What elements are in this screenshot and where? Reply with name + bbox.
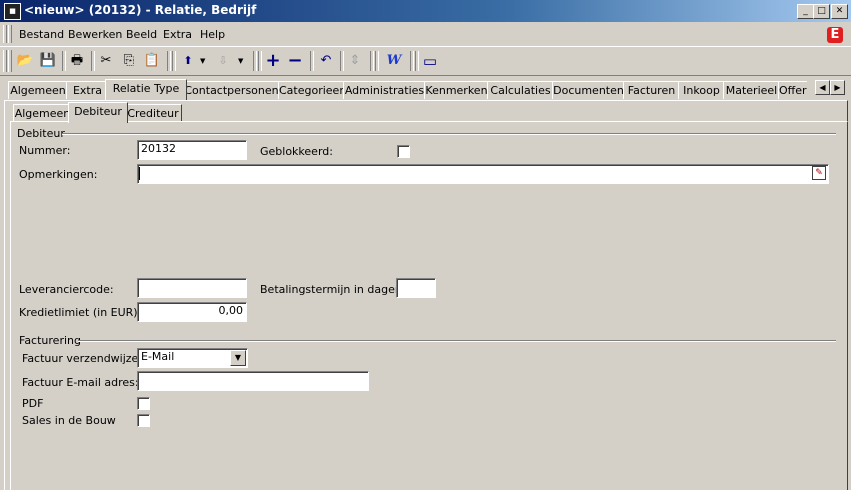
- add-icon[interactable]: +: [263, 52, 283, 70]
- tab-documenten[interactable]: Documenten: [552, 81, 625, 99]
- copy-icon[interactable]: ⎘: [119, 52, 139, 70]
- facturering-group-label: Facturering: [19, 334, 81, 347]
- close-button[interactable]: ✕: [831, 4, 848, 19]
- opmerkingen-field[interactable]: ✎: [137, 164, 829, 184]
- factuur-email-label: Factuur E-mail adres:: [22, 376, 139, 389]
- toolbar-separator: [415, 51, 419, 71]
- cut-icon[interactable]: ✂: [96, 52, 116, 70]
- tab-contactpersonen[interactable]: Contactpersonen: [183, 81, 280, 99]
- tab-administraties[interactable]: Administraties: [343, 81, 426, 99]
- title-bar: ■ <nieuw> (20132) - Relatie, Bedrijf _ □…: [0, 0, 851, 22]
- subtab-algemeen[interactable]: Algemeen: [13, 104, 72, 122]
- toolbar-grip: [3, 50, 7, 72]
- pdf-label: PDF: [22, 397, 44, 410]
- toolbar-separator: [410, 51, 414, 71]
- geblokkeerd-checkbox[interactable]: [397, 145, 410, 158]
- menu-beeld[interactable]: Beeld: [126, 28, 157, 41]
- remove-icon[interactable]: −: [285, 52, 305, 70]
- toolbar-separator: [310, 51, 314, 71]
- toolbar-separator: [370, 51, 374, 71]
- toolbar-grip: [8, 50, 12, 72]
- print-icon[interactable]: 🖶: [67, 52, 87, 70]
- brand-logo-icon: E: [827, 27, 843, 43]
- menu-bar: Bestand Bewerken Beeld Extra Help: [0, 23, 851, 45]
- opmerkingen-label: Opmerkingen:: [19, 168, 98, 181]
- tab-kenmerken[interactable]: Kenmerken: [424, 81, 489, 99]
- kredietlimiet-field[interactable]: 0,00: [137, 302, 247, 322]
- leverancierscode-label: Leveranciercode:: [19, 283, 114, 296]
- factuur-email-field[interactable]: [137, 371, 369, 391]
- edit-note-icon[interactable]: ✎: [812, 166, 826, 180]
- menu-grip: [8, 25, 12, 43]
- debiteur-group-label: Debiteur: [17, 127, 65, 140]
- tab-materieel[interactable]: Materieel: [723, 81, 780, 99]
- menu-bewerken[interactable]: Bewerken: [68, 28, 122, 41]
- tab-scroll-left-icon[interactable]: ◀: [815, 80, 830, 95]
- toolbar-separator: [253, 51, 257, 71]
- group-divider: [78, 340, 836, 342]
- subtab-debiteur[interactable]: Debiteur: [68, 102, 128, 123]
- window-title: <nieuw> (20132) - Relatie, Bedrijf: [24, 3, 257, 17]
- tab-facturen[interactable]: Facturen: [623, 81, 680, 99]
- undo-icon[interactable]: ↶: [316, 52, 336, 70]
- maximize-button[interactable]: □: [813, 4, 830, 19]
- leverancierscode-field[interactable]: [137, 278, 247, 298]
- toolbar-separator: [258, 51, 262, 71]
- tab-calculaties[interactable]: Calculaties: [487, 81, 554, 99]
- tab-extra[interactable]: Extra: [66, 81, 109, 99]
- arrow-up-icon[interactable]: ⬆: [178, 52, 198, 70]
- toolbar-separator: [167, 51, 171, 71]
- menu-help[interactable]: Help: [200, 28, 225, 41]
- subtab-crediteur[interactable]: Crediteur: [124, 104, 182, 122]
- tab-inkoop[interactable]: Inkoop: [678, 81, 725, 99]
- verzendwijze-label: Factuur verzendwijze:: [22, 352, 143, 365]
- refresh-icon[interactable]: ⇕: [345, 52, 365, 70]
- window-icon[interactable]: ▭: [420, 52, 440, 70]
- verzendwijze-select[interactable]: E-Mail ▼: [137, 348, 248, 368]
- toolbar-separator: [91, 51, 95, 71]
- sales-in-de-bouw-label: Sales in de Bouw: [22, 414, 116, 427]
- tab-categorieen[interactable]: Categorieen: [278, 81, 346, 99]
- toolbar-separator: [375, 51, 379, 71]
- minimize-button[interactable]: _: [797, 4, 814, 19]
- tab-relatie-type[interactable]: Relatie Type: [105, 79, 187, 100]
- paste-icon[interactable]: 📋: [142, 52, 162, 70]
- menu-bestand[interactable]: Bestand: [19, 28, 64, 41]
- toolbar-separator: [340, 51, 344, 71]
- app-icon: ■: [4, 3, 21, 20]
- chevron-down-icon[interactable]: ▼: [238, 57, 243, 65]
- tab-offer[interactable]: Offer: [778, 81, 807, 99]
- open-icon[interactable]: 📂: [15, 52, 35, 70]
- save-icon[interactable]: 💾: [38, 52, 58, 70]
- menu-grip: [3, 25, 7, 43]
- chevron-down-icon[interactable]: ▼: [200, 57, 205, 65]
- group-divider: [62, 133, 836, 135]
- menu-extra[interactable]: Extra: [163, 28, 192, 41]
- verzendwijze-value: E-Mail: [141, 350, 175, 363]
- text-cursor: [139, 167, 140, 180]
- nummer-field[interactable]: 20132: [137, 140, 247, 160]
- pdf-checkbox[interactable]: [137, 397, 150, 410]
- betalingstermijn-field[interactable]: [396, 278, 436, 298]
- betalingstermijn-label: Betalingstermijn in dagen:: [260, 283, 406, 296]
- word-icon[interactable]: W: [384, 52, 404, 70]
- kredietlimiet-label: Kredietlimiet (in EUR):: [19, 306, 142, 319]
- toolbar-separator: [62, 51, 66, 71]
- sales-in-de-bouw-checkbox[interactable]: [137, 414, 150, 427]
- toolbar-separator: [172, 51, 176, 71]
- tab-algemeen[interactable]: Algemeen: [8, 81, 68, 99]
- toolbar: 📂 💾 🖶 ✂ ⎘ 📋 ⬆ ▼ ⇩ ▼ + − ↶ ⇕ W ▭: [0, 46, 851, 76]
- nummer-label: Nummer:: [19, 144, 71, 157]
- tab-scroll-right-icon[interactable]: ▶: [830, 80, 845, 95]
- geblokkeerd-label: Geblokkeerd:: [260, 145, 333, 158]
- chevron-down-icon[interactable]: ▼: [230, 350, 246, 366]
- arrow-down-icon[interactable]: ⇩: [213, 52, 233, 70]
